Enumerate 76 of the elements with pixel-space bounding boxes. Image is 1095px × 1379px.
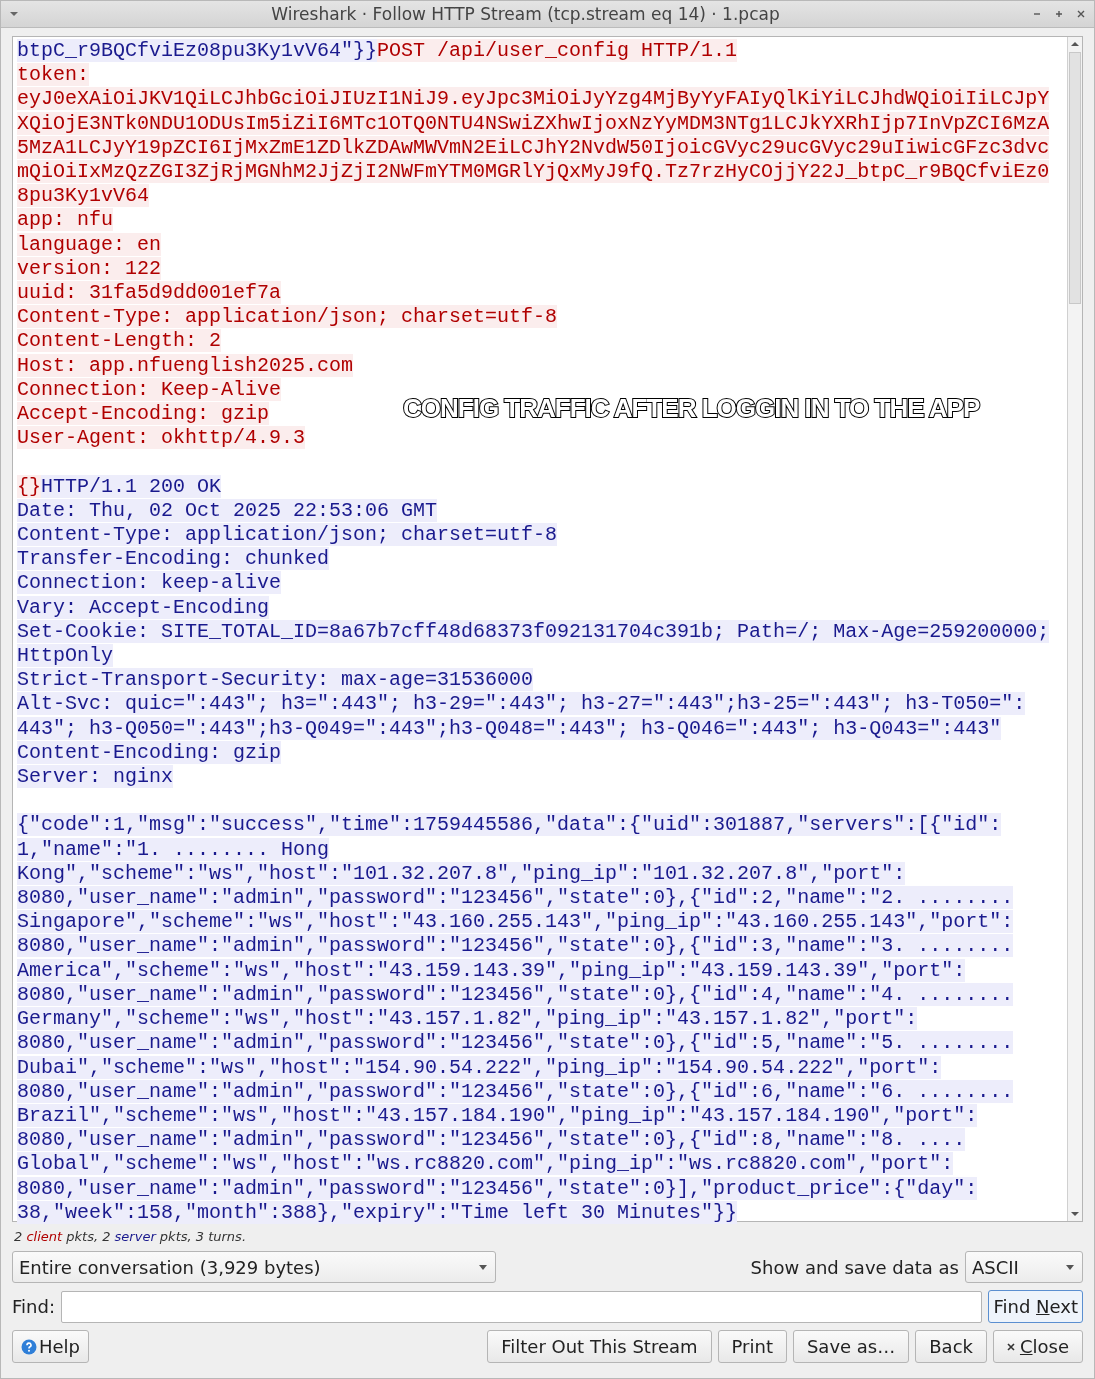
dialog-button[interactable]: Print [717, 1330, 787, 1363]
client-stream-text: Connection: Keep-Alive [17, 377, 282, 401]
dialog-button[interactable]: Filter Out This Stream [487, 1330, 712, 1363]
server-stream-text: 8080,"user_name":"admin","password":"123456","state":0},{"id":6,"name":"6. ........ [17, 1079, 1014, 1103]
client-stream-text: Content-Length: 2 [17, 329, 222, 353]
format-label: Show and save data as [750, 1256, 959, 1278]
server-stream-text: Global","scheme":"ws","host":"ws.rc8820.com","ping_ip":"ws.rc8820.com","port": [17, 1152, 954, 1176]
server-stream-text: Dubai","scheme":"ws","host":"154.90.54.222","ping_ip":"154.90.54.222","port": [17, 1055, 942, 1079]
client-stream-text: token: [17, 63, 89, 87]
find-label: Find: [12, 1296, 55, 1317]
window-title: Wireshark · Follow HTTP Stream (tcp.stream eq 14) · 1.pcap [270, 4, 781, 24]
server-stream-text: Set-Cookie: SITE_TOTAL_ID=8a67b7cff48d68373f092131704c391b; Path=/; Max-Age=259200000; [17, 619, 1050, 643]
scrollbar-thumb[interactable] [1069, 52, 1081, 304]
client-stream-text: User-Agent: okhttp/4.9.3 [17, 426, 306, 450]
client-stream-text: {} [17, 474, 41, 498]
help-icon [21, 1338, 37, 1355]
server-stream-text: Connection: keep-alive [17, 571, 282, 595]
caret-icon [1066, 1264, 1074, 1270]
client-stream-text: Host: app.nfuenglish2025.com [17, 353, 354, 377]
server-stream-text: Server: nginx [17, 765, 174, 789]
server-stream-text: btpC_r9BQCfviEz08pu3Ky1vV64"}} [17, 39, 378, 62]
x-icon [1006, 1342, 1015, 1351]
client-stream-text: version: 122 [17, 256, 162, 280]
conversation-dropdown[interactable]: Entire conversation (3,929 bytes) [12, 1251, 496, 1283]
stream-text-area[interactable] [12, 36, 1083, 1222]
server-stream-text: Alt-Svc: quic=":443"; h3=":443"; h3-29=":443"; h3-27=":443";h3-25=":443"; h3-T050=": [17, 692, 1026, 716]
server-stream-text: 8080,"user_name":"admin","password":"123456","state":0},{"id":4,"name":"4. ........ [17, 982, 1014, 1006]
find-next-button[interactable]: Find Next [988, 1290, 1083, 1323]
server-stream-text: 8080,"user_name":"admin","password":"123456","state":0},{"id":2,"name":"2. ........ [17, 886, 1014, 910]
client-stream-text: 5MzA1LCJyY19pZCI6IjMxZmE1ZDlkZDAwMWVmN2EiLCJhY2NvdW50IjoicGVyc29ucGVyc29uIiwicGFzc3dvc [17, 135, 1050, 159]
server-stream-text: 1,"name":"1. ........ Hong [17, 837, 330, 861]
client-stream-text: language: en [17, 232, 162, 256]
server-stream-text: HttpOnly [17, 644, 113, 668]
server-stream-text: 443"; h3-Q050=":443";h3-Q049=":443";h3-Q048=":443"; h3-Q046=":443"; h3-Q043=":443" [17, 716, 1002, 740]
server-stream-text: Singapore","scheme":"ws","host":"43.160.255.143","ping_ip":"43.160.255.143","port": [17, 910, 1014, 934]
server-stream-text: Transfer-Encoding: chunked [17, 547, 330, 571]
server-stream-text: Germany","scheme":"ws","host":"43.157.1.82","ping_ip":"43.157.1.82","port": [17, 1007, 918, 1031]
client-stream-text: eyJ0eXAiOiJKV1QiLCJhbGciOiJIUzI1NiJ9.eyJpc3MiOiJyYzg4MjByYyFAIyQlKiYiLCJhdWQiOiIiLCJpY [17, 87, 1050, 111]
client-stream-text: Content-Type: application/json; charset=utf-8 [17, 305, 558, 329]
close-icon[interactable] [1076, 9, 1086, 19]
close-button[interactable]: Close [992, 1330, 1083, 1363]
client-stream-text: Accept-Encoding: gzip [17, 402, 270, 426]
scroll-down-icon[interactable] [1070, 1210, 1080, 1218]
caption-overlay: CONFIG TRAFFIC AFTER LOGGIN IN TO THE APP [403, 393, 980, 424]
server-stream-text: Vary: Accept-Encoding [17, 595, 270, 619]
client-stream-text: uuid: 31fa5d9dd001ef7a [17, 281, 282, 305]
server-stream-text: Content-Encoding: gzip [17, 740, 282, 764]
client-stream-text: 8pu3Ky1vV64 [17, 184, 150, 208]
client-stream-text: mQiOiIxMzQzZGI3ZjRjMGNhM2JjZjI2NWFmYTM0MGRlYjQxMyJ9fQ.Tz7rzHyCOjjY22J_btpC_r9BQCfviEz0 [17, 160, 1050, 183]
server-stream-text: 8080,"user_name":"admin","password":"123456","state":0},{"id":8,"name":"8. .... [17, 1128, 966, 1152]
client-stream-text: XQiOjE3NTk0NDU1ODUsIm5iZiI6MTc1OTQ0NTU4NSwiZXhwIjoxNzYyMDM3NTg1LCJkYXRhIjp7InVpZCI6MzA [17, 111, 1050, 135]
find-field[interactable] [60, 1290, 983, 1323]
caret-icon [479, 1264, 487, 1270]
scroll-up-icon[interactable] [1070, 40, 1080, 48]
format-dropdown[interactable]: ASCII [965, 1251, 1083, 1283]
client-stream-text: app: nfu [17, 208, 113, 232]
server-stream-text: 38,"week":158,"month":388},"expiry":"Time left 30 Minutes"}} [17, 1200, 738, 1224]
maximize-icon[interactable] [1054, 9, 1064, 19]
server-stream-text: Content-Type: application/json; charset=utf-8 [17, 523, 558, 547]
server-stream-text: Kong","scheme":"ws","host":"101.32.207.8","ping_ip":"101.32.207.8","port": [17, 861, 906, 885]
client-stream-text: POST /api/user_config HTTP/1.1 [377, 39, 738, 62]
server-stream-text: Date: Thu, 02 Oct 2025 22:53:06 GMT [17, 498, 438, 522]
server-stream-text: 8080,"user_name":"admin","password":"123456","state":0},{"id":3,"name":"3. ........ [17, 934, 1014, 958]
server-stream-text: {"code":1,"msg":"success","time":1759445586,"data":{"uid":301887,"servers":[{"id": [17, 813, 1002, 837]
server-stream-text: America","scheme":"ws","host":"43.159.143.39","ping_ip":"43.159.143.39","port": [17, 958, 966, 982]
scrollbar[interactable] [1067, 37, 1082, 1221]
server-stream-text: Strict-Transport-Security: max-age=31536000 [17, 668, 534, 692]
server-stream-text: Brazil","scheme":"ws","host":"43.157.184.190","ping_ip":"43.157.184.190","port": [17, 1103, 978, 1127]
server-stream-text: 8080,"user_name":"admin","password":"123456","state":0}],"product_price":{"day": [17, 1176, 978, 1200]
packet-summary: 2 client pkts, 2 server pkts, 3 turns. [13, 1229, 247, 1244]
dialog-button[interactable]: Save as… [792, 1330, 910, 1363]
dialog-button[interactable]: Back [915, 1330, 987, 1363]
server-stream-text: 8080,"user_name":"admin","password":"123456","state":0},{"id":5,"name":"5. ........ [17, 1031, 1014, 1055]
menu-caret-icon[interactable] [9, 10, 19, 18]
help-button[interactable]: Help [12, 1330, 90, 1363]
server-stream-text: HTTP/1.1 200 OK [41, 474, 222, 498]
